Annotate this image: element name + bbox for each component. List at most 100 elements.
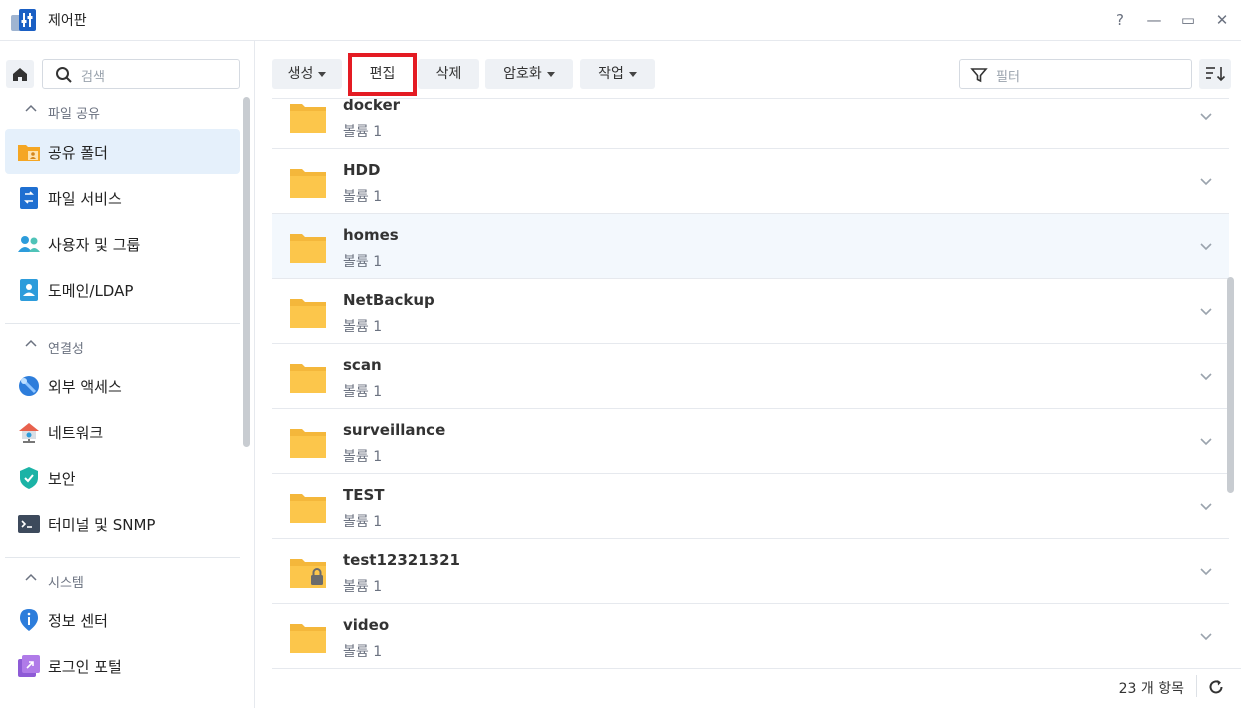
login-portal-icon <box>18 655 40 677</box>
domain-ldap-icon <box>20 279 38 301</box>
folder-icon <box>290 364 326 393</box>
chevron-down-icon[interactable] <box>1196 626 1216 646</box>
refresh-icon[interactable] <box>1207 678 1225 696</box>
table-row[interactable]: HDD 볼륨 1 <box>272 149 1229 214</box>
table-row[interactable]: video 볼륨 1 <box>272 604 1229 668</box>
window-title: 제어판 <box>48 13 87 29</box>
title-bar: 제어판 ? — ▭ ✕ <box>0 0 1241 41</box>
sidebar-item-file-services[interactable]: 파일 서비스 <box>5 175 240 220</box>
folder-name: video <box>343 616 390 634</box>
folder-icon <box>290 299 326 328</box>
chevron-down-icon[interactable] <box>1196 496 1216 516</box>
maximize-button[interactable]: ▭ <box>1176 8 1200 32</box>
chevron-down-icon[interactable] <box>1196 366 1216 386</box>
chevron-down-icon[interactable] <box>1196 171 1216 191</box>
folder-name: NetBackup <box>343 291 435 309</box>
table-row[interactable]: NetBackup 볼륨 1 <box>272 279 1229 344</box>
info-icon <box>20 609 38 631</box>
search-input[interactable]: 검색 <box>42 59 240 89</box>
chevron-down-icon[interactable] <box>1196 561 1216 581</box>
folder-icon <box>290 494 326 523</box>
file-services-icon <box>20 187 38 209</box>
table-row[interactable]: surveillance 볼륨 1 <box>272 409 1229 474</box>
sidebar-divider <box>5 323 240 324</box>
folder-icon <box>290 429 326 458</box>
chevron-down-icon[interactable] <box>1196 106 1216 126</box>
list-footer: 23 개 항목 <box>272 668 1241 708</box>
sidebar-item-login-portal[interactable]: 로그인 포털 <box>5 643 240 688</box>
folder-name: HDD <box>343 161 381 179</box>
external-access-icon <box>19 376 39 396</box>
footer-divider <box>1196 675 1197 697</box>
sidebar-item-network[interactable]: 네트워크 <box>5 409 240 454</box>
caret-down-icon <box>546 71 555 77</box>
shared-folder-list: docker 볼륨 1 HDD 볼륨 1 homes 볼륨 1 NetBackup 볼륨 1s… <box>272 98 1229 668</box>
chevron-up-icon <box>25 104 37 112</box>
encrypt-button[interactable]: 암호화 <box>485 59 573 89</box>
list-scrollbar[interactable] <box>1227 277 1234 493</box>
folder-name: test12321321 <box>343 551 460 569</box>
folder-volume: 볼륨 1 <box>343 579 383 595</box>
chevron-down-icon[interactable] <box>1196 431 1216 451</box>
control-panel-icon <box>10 7 38 33</box>
sidebar-item-domain-ldap[interactable]: 도메인/LDAP <box>5 267 240 312</box>
folder-volume: 볼륨 1 <box>343 189 383 205</box>
folder-volume: 볼륨 1 <box>343 254 383 270</box>
sidebar-item-shared-folder[interactable]: 공유 폴더 <box>5 129 240 174</box>
sidebar-item-info-center[interactable]: 정보 센터 <box>5 597 240 642</box>
help-button[interactable]: ? <box>1108 8 1132 32</box>
folder-name: homes <box>343 226 399 244</box>
filter-input[interactable]: 필터 <box>959 59 1192 89</box>
create-button[interactable]: 생성 <box>272 59 342 89</box>
chevron-down-icon[interactable] <box>1196 236 1216 256</box>
folder-volume: 볼륨 1 <box>343 319 383 335</box>
sidebar-item-users-groups[interactable]: 사용자 및 그룹 <box>5 221 240 266</box>
caret-down-icon <box>628 71 637 77</box>
main-panel: 생성 편집 삭제 암호화 작업 필터 docker 볼륨 1 HDD 볼륨 1 home… <box>255 41 1241 708</box>
table-row[interactable]: TEST 볼륨 1 <box>272 474 1229 539</box>
search-placeholder: 검색 <box>81 70 105 85</box>
minimize-button[interactable]: — <box>1142 8 1166 32</box>
home-button[interactable] <box>6 60 34 88</box>
folder-volume: 볼륨 1 <box>343 644 383 660</box>
folder-name: TEST <box>343 486 385 504</box>
section-file-sharing[interactable]: 파일 공유 <box>0 99 245 123</box>
shared-folder-icon <box>18 145 40 161</box>
close-button[interactable]: ✕ <box>1210 8 1234 32</box>
table-row[interactable]: scan 볼륨 1 <box>272 344 1229 409</box>
table-row[interactable]: docker 볼륨 1 <box>272 98 1229 149</box>
table-row[interactable]: test12321321 볼륨 1 <box>272 539 1229 604</box>
folder-name: scan <box>343 356 382 374</box>
users-icon <box>18 236 40 252</box>
folder-icon <box>290 624 326 653</box>
folder-name: docker <box>343 98 401 114</box>
sort-button[interactable] <box>1199 59 1231 89</box>
folder-icon <box>290 234 326 263</box>
locked-folder-icon <box>290 559 326 588</box>
chevron-down-icon[interactable] <box>1196 301 1216 321</box>
folder-icon <box>290 104 326 133</box>
folder-icon <box>290 169 326 198</box>
folder-volume: 볼륨 1 <box>343 384 383 400</box>
delete-button[interactable]: 삭제 <box>418 59 479 89</box>
folder-volume: 볼륨 1 <box>343 514 383 530</box>
section-connectivity[interactable]: 연결성 <box>0 334 245 358</box>
terminal-icon <box>18 515 40 533</box>
chevron-up-icon <box>25 573 37 581</box>
sidebar: 검색 파일 공유 공유 폴더 파일 서비스 사용자 및 그룹 도메인/LDAP … <box>0 41 255 708</box>
folder-volume: 볼륨 1 <box>343 449 383 465</box>
section-system[interactable]: 시스템 <box>0 568 245 592</box>
folder-name: surveillance <box>343 421 446 439</box>
home-icon <box>13 68 27 81</box>
sidebar-item-terminal-snmp[interactable]: 터미널 및 SNMP <box>5 501 240 546</box>
caret-down-icon <box>318 71 327 77</box>
sidebar-scrollbar[interactable] <box>243 97 250 447</box>
action-button[interactable]: 작업 <box>580 59 655 89</box>
filter-icon <box>970 68 988 83</box>
folder-volume: 볼륨 1 <box>343 124 383 140</box>
edit-button-highlight <box>348 53 417 96</box>
chevron-up-icon <box>25 339 37 347</box>
sidebar-item-external-access[interactable]: 외부 액세스 <box>5 363 240 408</box>
sidebar-item-security[interactable]: 보안 <box>5 455 240 500</box>
table-row[interactable]: homes 볼륨 1 <box>272 214 1229 279</box>
